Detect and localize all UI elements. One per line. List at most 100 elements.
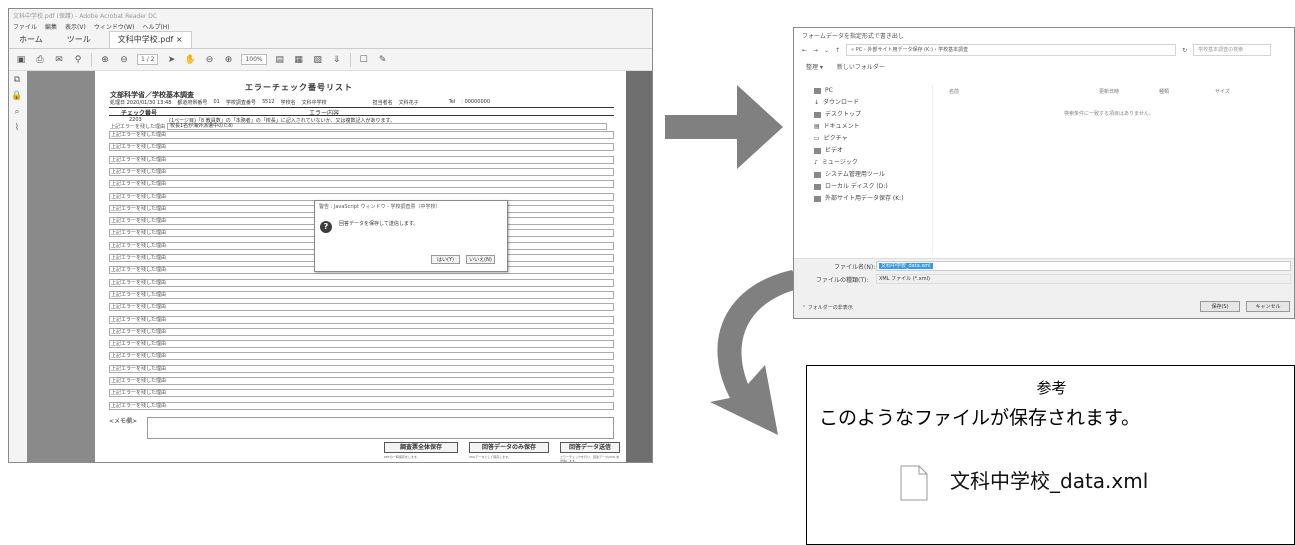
hide-folders-toggle[interactable]: ⌃ フォルダーの非表示 [802,304,853,311]
nav-item-external-drive[interactable]: 外部サイト用データ保存 (K:) [814,193,932,205]
menu-window[interactable]: ウィンドウ(W) [94,22,135,31]
forward-icon[interactable]: → [813,47,818,54]
nav-scrollbar[interactable] [932,85,938,255]
error-reason-row[interactable]: 上記エラーを残した理由 [109,303,614,312]
recent-icon[interactable]: ⌄ [824,47,829,54]
read-mode-icon[interactable]: ▧ [312,54,324,66]
save-icon[interactable]: ▣ [15,54,27,66]
cancel-button[interactable]: キャンセル [1246,301,1290,312]
error-reason-row[interactable]: 上記エラーを残した理由 [109,364,614,373]
bookmark-icon[interactable]: ⌕ [14,107,19,117]
filename-field[interactable]: 文科中学校_data.xml [876,261,1291,271]
print-icon[interactable]: ⎙ [34,54,46,66]
refresh-icon[interactable]: ↻ [1182,47,1187,54]
email-icon[interactable]: ✉ [53,54,65,66]
page-up-icon[interactable]: ⊕ [99,54,111,66]
fit-page-icon[interactable]: ▤ [274,54,286,66]
send-answers-button[interactable]: 回答データ送信 [560,442,620,453]
pen-icon[interactable]: ✎ [377,54,389,66]
reference-subtitle: このようなファイルが保存されます。 [819,407,1141,429]
error-reason-row[interactable]: 上記エラーを残した理由 [109,278,614,287]
attachment-icon[interactable]: ⌇ [15,123,19,133]
menu-view[interactable]: 表示(V) [65,22,86,31]
back-icon[interactable]: ← [802,47,807,54]
dialog-yes-button[interactable]: はい(Y) [431,255,460,264]
save-whole-survey-button[interactable]: 調査票全体保存 [384,442,458,453]
nav-item-videos[interactable]: ビデオ [814,145,932,157]
scroll-mode-icon[interactable]: ⇓ [331,54,343,66]
tab-document[interactable]: 文科中学校.pdf × [108,31,192,48]
save-button[interactable]: 保存(S) [1200,301,1240,312]
page-down-icon[interactable]: ⊖ [118,54,130,66]
error-reason-row[interactable]: 上記エラーを残した理由 [109,327,614,336]
save-whole-note: PDFの一時保存をします。 [384,455,420,459]
hand-icon[interactable]: ✋ [184,54,196,66]
select-cursor-icon[interactable]: ➤ [165,54,177,66]
lock-icon[interactable]: 🔒 [11,91,22,101]
hide-folders-label: フォルダーの非表示 [807,305,853,311]
error-reason-row[interactable]: 上記エラーを残した理由 [109,155,614,164]
menu-file[interactable]: ファイル [13,22,37,31]
window-title: 文科中学校.pdf (保護) - Adobe Acrobat Reader DC [13,12,158,20]
search-icon[interactable]: ⚲ [72,54,84,66]
comment-icon[interactable]: ☐ [358,54,370,66]
school-name-label: 学校名 [280,100,296,106]
col-name[interactable]: 名前 [949,88,959,95]
error-reason-row[interactable]: 上記エラーを残した理由 [109,290,614,299]
path-breadcrumb[interactable]: « PC › 外部サイト用データ保存 (K:) › 学校基本調査 [846,44,1177,56]
zoom-out-icon[interactable]: ⊖ [203,54,215,66]
zoom-in-icon[interactable]: ⊕ [222,54,234,66]
nav-item-pictures[interactable]: ▭ ピクチャ [814,133,932,145]
full-screen-icon[interactable]: ▦ [293,54,305,66]
error-reason-row[interactable]: 上記エラーを残した理由 [109,180,614,189]
right-arrow-icon [665,85,783,169]
save-answers-note: XMLデータとして保存します。 [469,455,511,459]
col-size[interactable]: サイズ [1215,88,1230,95]
col-type[interactable]: 種類 [1159,88,1169,95]
tab-tools[interactable]: ツール [61,34,97,48]
error-reason-row[interactable]: 上記エラーを残した理由 [109,401,614,410]
save-dialog-title: フォームデータを指定形式で書き出し [802,33,904,40]
zoom-level[interactable]: 100% [241,54,267,65]
nav-label: システム管理用ツール [825,171,885,178]
nav-item-documents[interactable]: ▤ ドキュメント [814,121,932,133]
dialog-no-button[interactable]: いいえ(N) [466,255,495,264]
error-reason-row[interactable]: 上記エラーを残した理由 [109,389,614,398]
pages-icon[interactable]: ⧉ [14,75,20,85]
video-icon [814,148,821,154]
memo-input[interactable] [147,417,614,439]
nav-item-pc[interactable]: PC [814,85,932,97]
up-icon[interactable]: ↑ [835,47,840,54]
nav-item-music[interactable]: ♪ ミュージック [814,157,932,169]
nav-label: ビデオ [825,147,844,154]
document-scrollbar[interactable] [625,71,652,462]
nav-item-local-disk[interactable]: ローカル ディスク (D:) [814,181,932,193]
new-folder-button[interactable]: 新しいフォルダー [837,62,885,71]
nav-item-admin-tools[interactable]: システム管理用ツール [814,169,932,181]
error-reason-row[interactable]: 上記エラーを残した理由 [109,352,614,361]
save-dialog: フォームデータを指定形式で書き出し ← → ⌄ ↑ « PC › 外部サイト用デ… [793,27,1295,319]
nav-item-desktop[interactable]: デスクトップ [814,109,932,121]
error-reason-row[interactable]: 上記エラーを残した理由 [109,315,614,324]
error-reason-row[interactable]: 上記エラーを残した理由 [109,340,614,349]
error-reason-row[interactable]: 上記エラーを残した理由 [109,377,614,385]
menu-help[interactable]: ヘルプ(H) [142,22,169,31]
save-answers-only-button[interactable]: 回答データのみ保存 [469,442,549,453]
organize-button[interactable]: 整理 ▾ [806,62,823,71]
error-reason-input[interactable]: 校長1名が海外派遣中のため [167,123,607,130]
error-reason-row[interactable]: 上記エラーを残した理由 [109,167,614,176]
filename-value: 文科中学校_data.xml [879,263,933,269]
search-input[interactable]: 学校基本調査の検索 [1193,44,1272,56]
col-modified[interactable]: 更新日時 [1099,88,1119,95]
acrobat-titlebar: 文科中学校.pdf (保護) - Adobe Acrobat Reader DC [9,9,652,21]
tab-home[interactable]: ホーム [13,34,49,48]
filetype-select[interactable]: XML ファイル (*.xml) [876,274,1291,284]
menu-edit[interactable]: 編集 [45,22,57,31]
document-info: 処理日 2020/01/30 13:48 都道府県番号 01 学校調査番号 35… [110,99,610,106]
page-indicator[interactable]: 1 / 2 [137,54,159,65]
nav-item-downloads[interactable]: ↓ ダウンロード [814,97,932,109]
first-error-row: 2203 (1ページ目)「8 教員数」の「本務者」の「校長」に記入されていないか… [109,117,614,130]
error-reason-row[interactable]: 上記エラーを残した理由 [109,131,614,139]
empty-message: 検索条件に一致する項目はありません。 [1064,111,1154,117]
error-reason-row[interactable]: 上記エラーを残した理由 [109,143,614,152]
